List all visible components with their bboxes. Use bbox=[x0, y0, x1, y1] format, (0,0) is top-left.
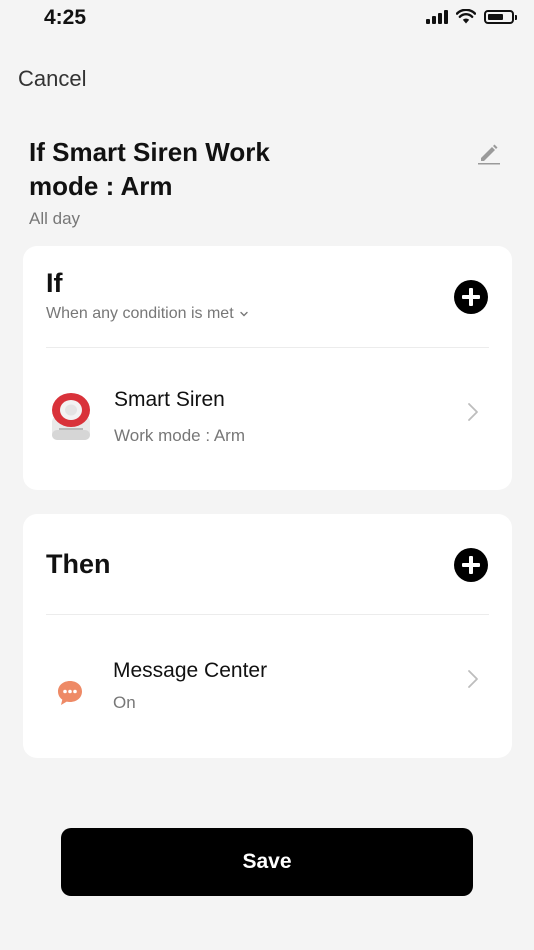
cancel-button[interactable]: Cancel bbox=[18, 66, 86, 92]
then-card: Then Message Center On bbox=[23, 514, 512, 758]
save-button[interactable]: Save bbox=[61, 828, 473, 896]
then-heading: Then bbox=[46, 549, 111, 579]
chevron-right-icon bbox=[468, 403, 478, 421]
scene-schedule: All day bbox=[29, 209, 81, 228]
action-detail: On bbox=[113, 693, 136, 712]
chevron-right-icon bbox=[468, 670, 478, 688]
edit-icon[interactable] bbox=[476, 140, 502, 166]
wifi-icon bbox=[456, 9, 476, 24]
condition-mode-label: When any condition is met bbox=[46, 305, 234, 322]
message-icon bbox=[58, 681, 82, 705]
action-name: Message Center bbox=[113, 659, 268, 682]
status-time: 4:25 bbox=[44, 6, 87, 29]
condition-mode-select[interactable]: When any condition is met bbox=[46, 305, 248, 323]
scene-editor-screen: 4:25 Cancel If Smart Siren Work mode : A… bbox=[0, 0, 534, 950]
battery-icon bbox=[484, 9, 517, 24]
add-condition-button[interactable] bbox=[454, 280, 488, 314]
if-heading: If bbox=[46, 268, 63, 298]
action-row[interactable]: Message Center On bbox=[23, 615, 512, 758]
chevron-down-icon bbox=[239, 311, 248, 317]
scene-title: If Smart Siren Work mode : Arm bbox=[29, 137, 270, 201]
siren-icon bbox=[52, 393, 90, 440]
add-action-button[interactable] bbox=[454, 548, 488, 582]
condition-detail: Work mode : Arm bbox=[114, 426, 245, 445]
signal-icon bbox=[426, 9, 448, 24]
condition-device-name: Smart Siren bbox=[114, 388, 225, 411]
if-card: If When any condition is met Smart Siren… bbox=[23, 246, 512, 490]
status-bar: 4:25 bbox=[0, 0, 534, 40]
condition-row[interactable]: Smart Siren Work mode : Arm bbox=[23, 348, 512, 490]
status-icons bbox=[426, 9, 517, 24]
